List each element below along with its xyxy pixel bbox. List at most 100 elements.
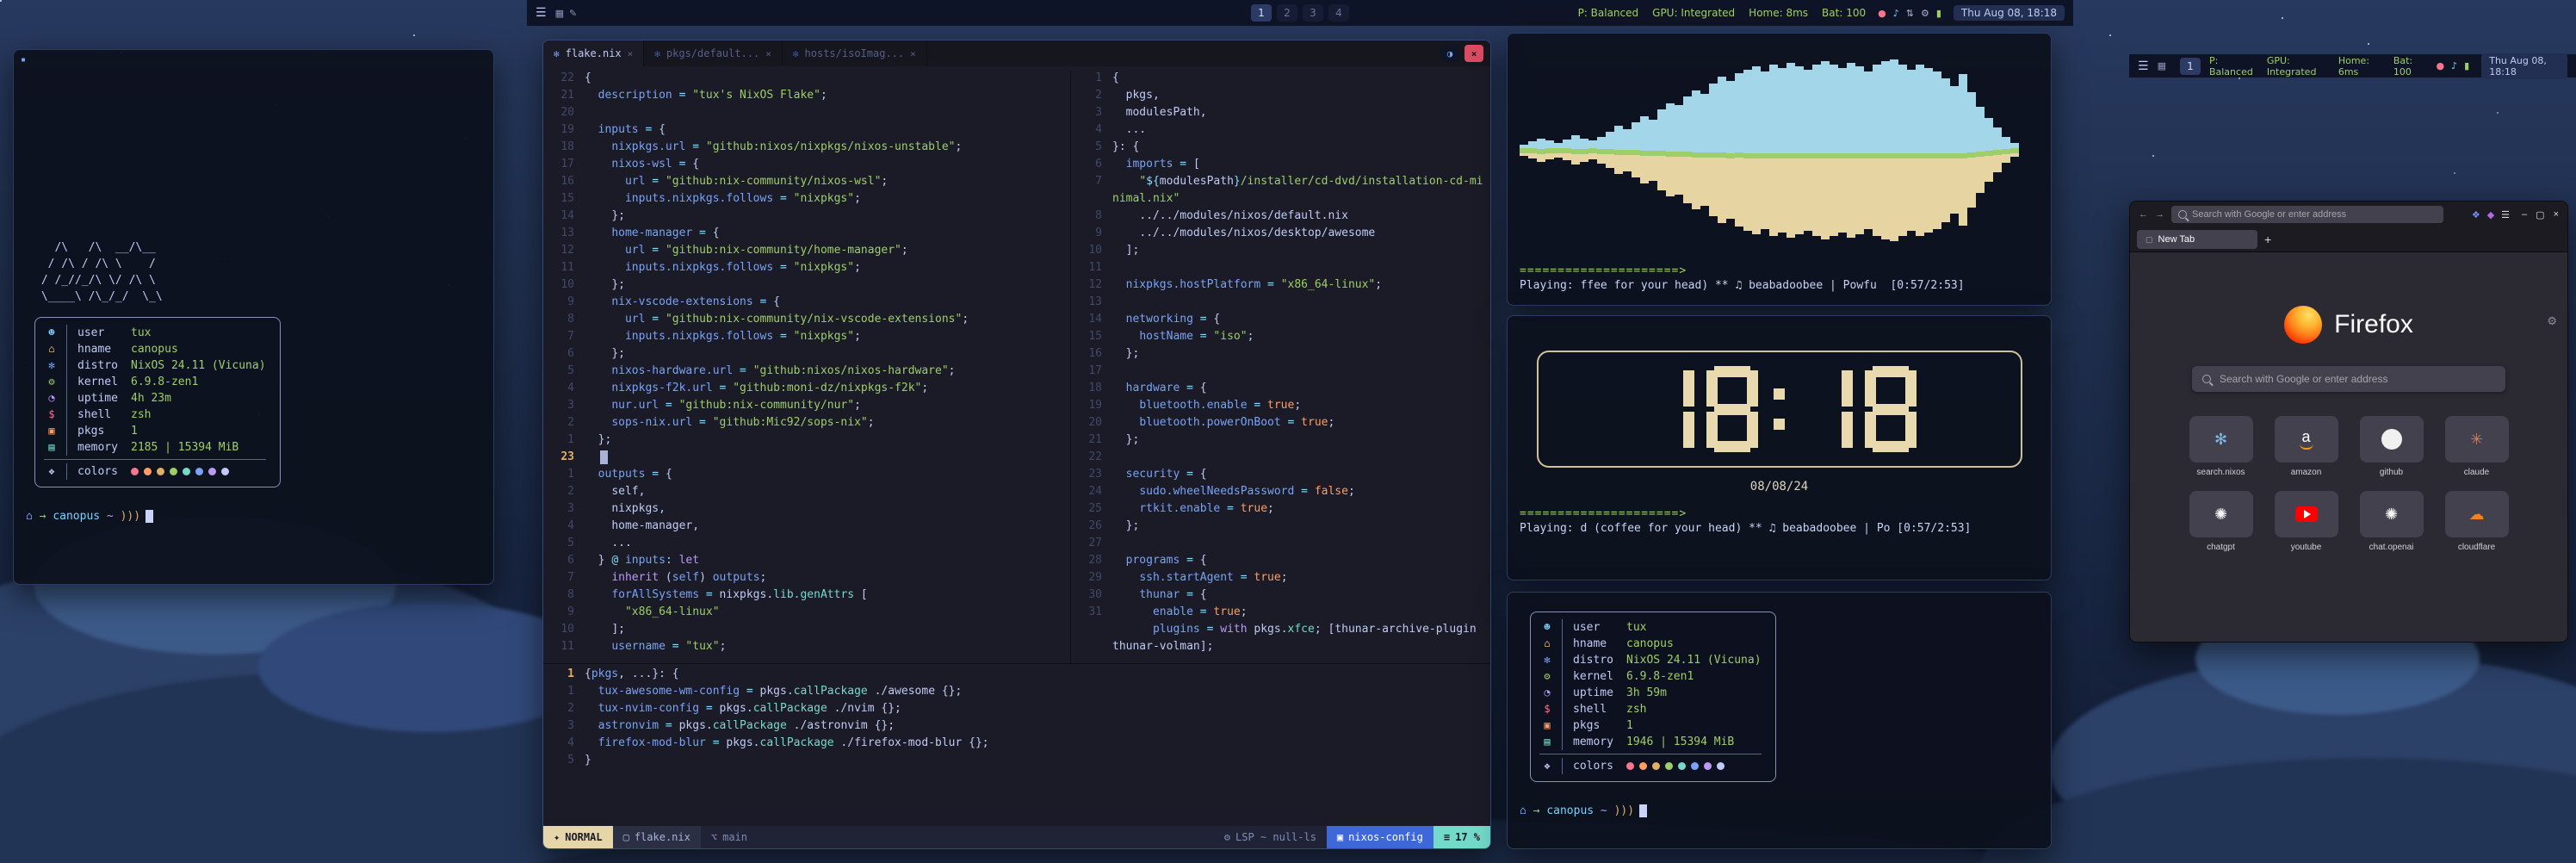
fetch-row: ✻distroNixOS 24.11 (Vicuna) [1539,652,1762,668]
shortcut-tile-github[interactable]: github [2356,416,2427,477]
branch-icon: ⌥ [711,831,717,843]
personalize-gear-icon[interactable]: ⚙ [2547,314,2557,328]
menu-icon[interactable]: ☰ [2138,59,2149,73]
terminal-window-right[interactable]: ☻usertux⌂hnamecanopus✻distroNixOS 24.11 … [1507,592,2052,849]
github-icon [2381,429,2402,450]
bar-icon-1[interactable]: ✎ [569,8,577,19]
fetch-value: 1 [131,423,138,439]
prompt-part: → [33,510,53,523]
code-text: "x86_64-linux" [585,604,1070,621]
pane-left[interactable]: 22{21 description = "tux's NixOS Flake";… [543,70,1070,663]
editor-tab[interactable]: ✻pkgs/default...× [644,40,783,66]
tab-close-icon[interactable]: × [628,48,634,59]
line-number: 28 [1071,552,1112,569]
tab-close-icon[interactable]: × [910,48,916,59]
fetch-label: user [1573,619,1626,636]
shortcut-tile-chat.openai[interactable]: ✺chat.openai [2356,491,2427,552]
cava-bar [1709,42,1718,258]
record-icon[interactable]: ● [2437,60,2445,71]
maximize-button[interactable]: ▢ [2536,209,2544,220]
search-icon [2178,210,2187,219]
editor-close-button[interactable]: × [1464,45,1483,62]
content-search-bar[interactable]: Search with Google or enter address [2192,366,2505,392]
extension-icon-2[interactable]: ☰ [2501,209,2510,220]
bar-main-tray: ● ♪ ⇅ ⚙ ▮ [1878,8,1941,19]
pkgs-icon: ▣ [44,423,67,439]
bar-clock[interactable]: Thu Aug 08, 18:18 [2481,53,2567,79]
line-number: 20 [543,104,585,121]
tab-close-icon[interactable]: × [765,48,771,59]
bar-icon-0[interactable]: ▦ [555,8,564,19]
workspace-button-2[interactable]: 2 [1277,4,1297,22]
terminal-window-left[interactable]: ▪ /\ /\ __/\__ / /\ / /\ \ / / /_//_/\ \… [13,49,494,585]
code-text: bluetooth.enable = true; [1112,397,1490,414]
prompt-right[interactable]: ⌂ → canopus ~ ))) [1520,804,2051,817]
home-icon: ⌂ [44,341,67,357]
battery-icon[interactable]: ▮ [1936,8,1941,19]
browser-tab[interactable]: ▢ New Tab [2137,230,2257,249]
bar-icon-0[interactable]: ▦ [2158,60,2166,71]
extension-icon-1[interactable]: ◆ [2487,209,2494,220]
neovim-window[interactable]: ✻flake.nix×✻pkgs/default...×✻hosts/isoIm… [542,40,1491,849]
url-bar[interactable]: Search with Google or enter address [2171,206,2443,223]
shortcut-tile-chatgpt[interactable]: ✺chatgpt [2185,491,2257,552]
settings-icon[interactable]: ⚙ [1921,8,1929,19]
workspace-button-4[interactable]: 4 [1328,4,1349,22]
minimize-button[interactable]: – [2522,209,2527,220]
prompt-left[interactable]: ⌂ → canopus ~ ))) [26,510,493,523]
panel-toggle-button[interactable]: ◑ [1440,45,1459,62]
pane-bottom[interactable]: 1{pkgs, ...}: {1 tux-awesome-wm-config =… [543,663,1490,826]
nav-icon-0[interactable]: ← [2139,209,2148,220]
network-icon[interactable]: ⇅ [1906,8,1914,19]
workspace-button-1[interactable]: 1 [2180,58,2201,75]
code-text: enable = true; [1112,604,1490,621]
cava-bar [1571,42,1580,258]
code-text: forAllSystems = nixpkgs.lib.genAttrs [ [585,587,1070,604]
line-number: 3 [543,717,585,735]
cava-window[interactable]: =====================> Playing: ffee for… [1507,33,2052,306]
fetch-row: $shellzsh [44,407,266,423]
music-icon[interactable]: ♪ [2451,60,2457,71]
workspace-button-1[interactable]: 1 [1251,4,1272,22]
firefox-window[interactable]: ← → Search with Google or enter address ❖… [2129,201,2568,643]
shortcut-tile-youtube[interactable]: youtube [2270,491,2342,552]
line-number: 4 [543,735,585,752]
code-line: 19 inputs = { [543,121,1070,139]
code-line: 16 }; [1071,345,1490,363]
shortcut-tile-search.nixos[interactable]: ✻search.nixos [2185,416,2257,477]
code-text: nix-vscode-extensions = { [585,294,1070,311]
bar-clock[interactable]: Thu Aug 08, 18:18 [1954,5,2065,21]
menu-icon[interactable]: ☰ [536,6,547,20]
music-icon[interactable]: ♪ [1893,8,1899,19]
code-line: 24 sudo.wheelNeedsPassword = false; [1071,483,1490,500]
code-text: inputs.nixpkgs.follows = "nixpkgs"; [585,328,1070,345]
extension-icon-0[interactable]: ❖ [2472,209,2480,220]
home-icon: ⌂ [1539,636,1563,652]
record-icon[interactable]: ● [1878,8,1886,19]
editor-tab[interactable]: ✻hosts/isoImag...× [783,40,927,66]
shortcut-tile-amazon[interactable]: aamazon [2270,416,2342,477]
shortcut-tile-claude[interactable]: ✳claude [2441,416,2512,477]
shortcut-tile-cloudflare[interactable]: ☁cloudflare [2441,491,2512,552]
code-line: 9 nix-vscode-extensions = { [543,294,1070,311]
workspace-button-3[interactable]: 3 [1303,4,1323,22]
tile-box: ✺ [2189,491,2253,537]
nav-icon-1[interactable]: → [2155,209,2164,220]
code-line: 9 ../../modules/nixos/desktop/awesome [1071,225,1490,242]
line-number: 17 [1071,363,1112,380]
battery-icon[interactable]: ▮ [2464,60,2469,71]
pane-right[interactable]: 1{2 pkgs,3 modulesPath,4 ...5}: {6 impor… [1070,70,1490,663]
code-line: 5} [543,752,1490,769]
cava-bar [1743,42,1752,258]
cava-bar [1563,42,1571,258]
code-line: plugins = with pkgs.xfce; [thunar-archiv… [1071,621,1490,655]
clock-window[interactable]: 08/08/24 =====================> Playing:… [1507,315,2052,581]
code-line: 23 [543,449,1070,466]
fetch-label: colors [77,463,131,480]
line-number: 21 [543,87,585,104]
cava-bar [1778,42,1786,258]
new-tab-button[interactable]: + [2264,233,2271,246]
editor-tab[interactable]: ✻flake.nix× [543,40,644,66]
line-number: 22 [543,70,585,87]
close-button[interactable]: × [2554,209,2559,220]
